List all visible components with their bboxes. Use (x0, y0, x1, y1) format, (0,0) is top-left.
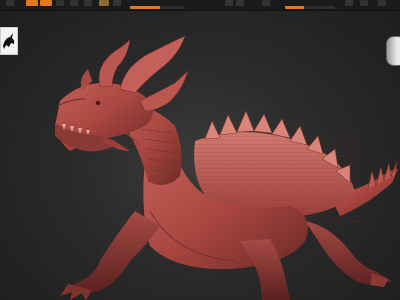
toolbar-button[interactable] (6, 0, 14, 6)
rgb-intensity-slider-fill (130, 6, 161, 9)
toolbar-button[interactable] (262, 0, 270, 6)
toolbar-button[interactable] (70, 0, 78, 6)
toolbar-button[interactable] (236, 0, 244, 6)
toolbar-button[interactable] (345, 0, 353, 6)
sculpt-viewport[interactable] (0, 11, 400, 300)
draw-size-slider[interactable] (285, 6, 335, 9)
brush-thumbnail-tile[interactable] (0, 27, 18, 55)
top-toolbar (0, 0, 400, 11)
toolbar-button-draw[interactable] (26, 0, 38, 6)
sculpt-app-window (0, 0, 400, 300)
toolbar-button[interactable] (225, 0, 233, 6)
toolbar-button[interactable] (113, 0, 121, 6)
draw-size-slider-fill (285, 6, 304, 9)
toolbar-button[interactable] (360, 0, 368, 6)
toolbar-button[interactable] (84, 0, 92, 6)
rgb-intensity-slider[interactable] (130, 6, 185, 9)
toolbar-button[interactable] (56, 0, 64, 6)
toolbar-button[interactable] (378, 0, 386, 6)
view-navigator-icon[interactable] (386, 36, 400, 66)
dragon-model[interactable] (55, 35, 398, 300)
dragon-logo-icon (3, 33, 15, 49)
toolbar-button-material[interactable] (99, 0, 109, 6)
toolbar-button-edit[interactable] (40, 0, 52, 6)
